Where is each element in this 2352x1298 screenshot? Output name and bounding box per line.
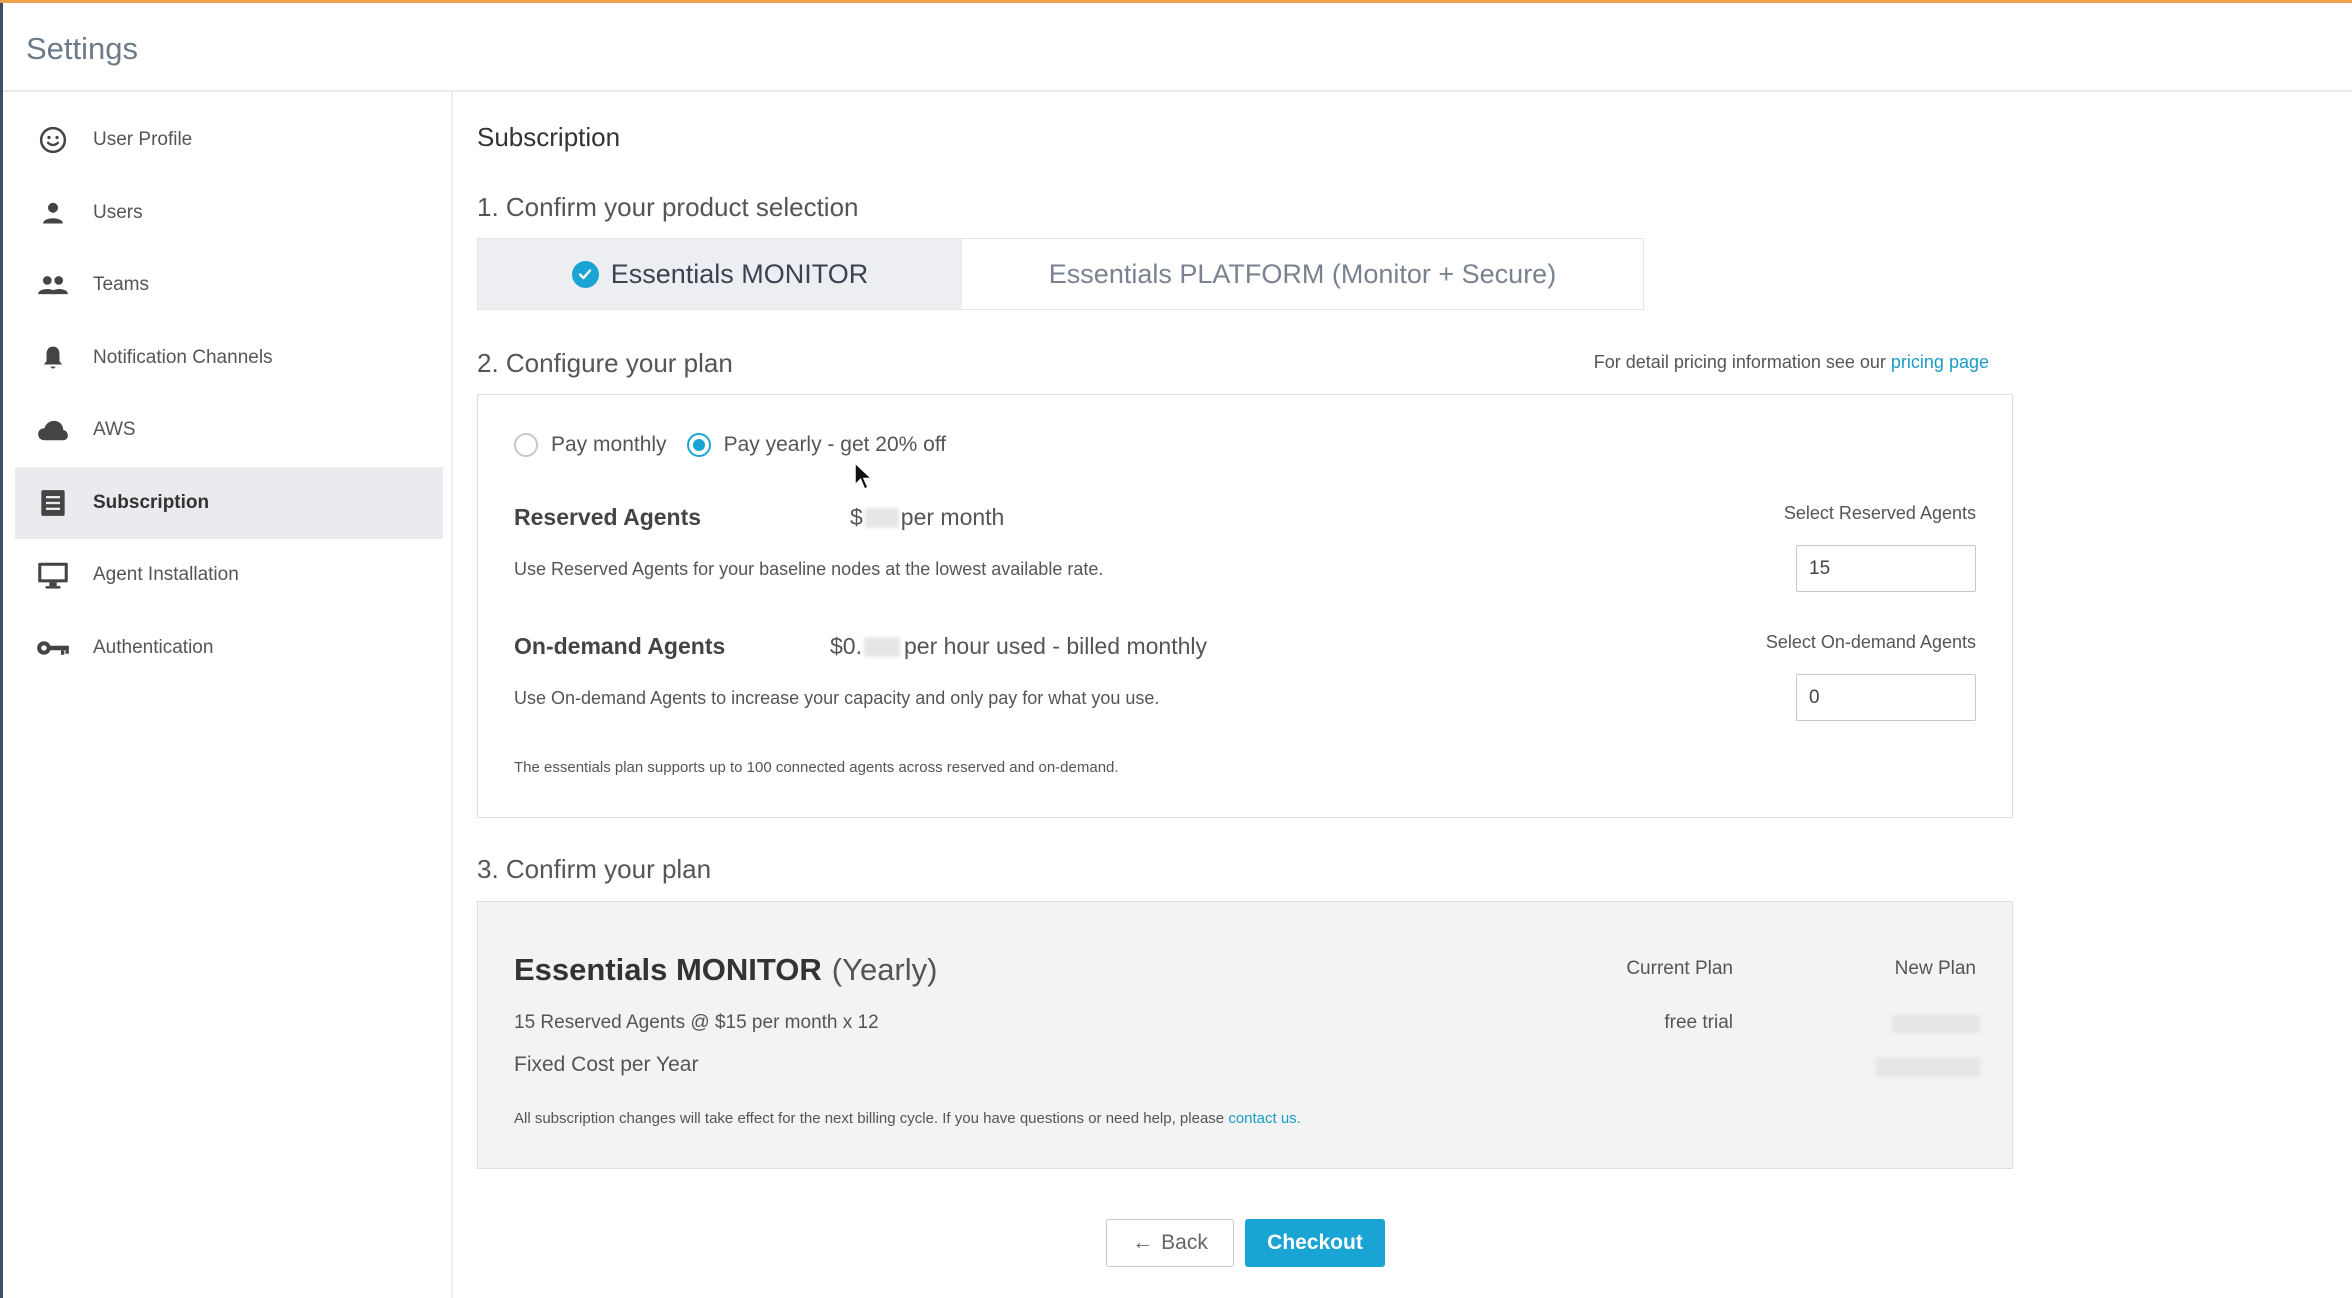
- sidebar: User Profile Users Teams Notification Ch…: [3, 92, 453, 1298]
- sidebar-item-authentication[interactable]: Authentication: [15, 612, 443, 684]
- pay-monthly-label[interactable]: Pay monthly: [551, 433, 667, 457]
- pricing-page-link[interactable]: pricing page: [1891, 352, 1989, 372]
- main-content: Subscription 1. Confirm your product sel…: [453, 92, 2352, 1298]
- sidebar-item-agent-installation[interactable]: Agent Installation: [15, 539, 443, 611]
- list-icon: [35, 485, 71, 521]
- step1-title: 1. Confirm your product selection: [477, 192, 859, 222]
- ondemand-agents-input[interactable]: [1796, 674, 1976, 721]
- price-prefix: $0.: [830, 633, 862, 659]
- product-option-label: Essentials PLATFORM (Monitor + Secure): [1048, 258, 1557, 289]
- mouse-cursor-icon: [854, 461, 874, 497]
- plan-summary-title: Essentials MONITOR (Yearly): [514, 952, 937, 988]
- sidebar-item-notification-channels[interactable]: Notification Channels: [15, 322, 443, 394]
- sidebar-item-label: Users: [93, 202, 143, 223]
- page-title: Subscription: [477, 122, 621, 152]
- reserved-agents-price: $ per month: [850, 504, 1004, 531]
- check-circle-icon: [571, 260, 599, 288]
- pay-yearly-radio[interactable]: [686, 433, 711, 457]
- sidebar-item-label: User Profile: [93, 129, 193, 150]
- confirm-plan-panel: Essentials MONITOR (Yearly) Current Plan …: [477, 901, 2013, 1169]
- ondemand-agents-title: On-demand Agents: [514, 633, 726, 659]
- key-icon: [35, 630, 71, 666]
- reserved-agents-desc: Use Reserved Agents for your baseline no…: [514, 559, 1104, 579]
- billing-change-text: All subscription changes will take effec…: [514, 1110, 1229, 1127]
- person-icon: [35, 195, 71, 231]
- redacted-fixed-cost: [1876, 1057, 1980, 1077]
- bell-icon: [35, 340, 71, 376]
- pay-yearly-label[interactable]: Pay yearly - get 20% off: [724, 433, 947, 457]
- product-option-monitor[interactable]: Essentials MONITOR: [478, 239, 962, 309]
- redacted-value: [864, 507, 899, 528]
- step2-title: 2. Configure your plan: [477, 348, 733, 378]
- checkout-button[interactable]: Checkout: [1245, 1219, 1385, 1267]
- redacted-value: [863, 636, 900, 657]
- plan-period: (Yearly): [831, 952, 938, 987]
- back-button-label: Back: [1161, 1231, 1208, 1254]
- sidebar-item-aws[interactable]: AWS: [15, 394, 443, 466]
- reserved-agents-input[interactable]: [1796, 545, 1976, 592]
- reserved-agents-line: 15 Reserved Agents @ $15 per month x 12: [514, 1012, 879, 1033]
- sidebar-item-teams[interactable]: Teams: [15, 249, 443, 321]
- sidebar-item-label: Authentication: [93, 637, 214, 658]
- product-toggle: Essentials MONITOR Essentials PLATFORM (…: [477, 238, 1644, 310]
- price-suffix: per hour used - billed monthly: [903, 633, 1207, 659]
- app-title: Settings: [26, 31, 139, 66]
- plan-name: Essentials MONITOR: [514, 952, 822, 987]
- sidebar-item-label: Notification Channels: [93, 347, 273, 368]
- product-option-label: Essentials MONITOR: [610, 258, 869, 289]
- sidebar-item-subscription[interactable]: Subscription: [15, 467, 443, 539]
- back-button[interactable]: ← Back: [1106, 1219, 1234, 1267]
- price-prefix: $: [850, 504, 863, 530]
- price-suffix: per month: [900, 504, 1005, 530]
- contact-us-link[interactable]: contact us.: [1228, 1110, 1301, 1127]
- current-plan-value: free trial: [1664, 1012, 1733, 1033]
- configure-plan-panel: Pay monthly Pay yearly - get 20% off Res…: [477, 394, 2013, 818]
- header: Settings: [3, 3, 2352, 92]
- ondemand-agents-desc: Use On-demand Agents to increase your ca…: [514, 688, 1160, 708]
- monitor-icon: [35, 557, 71, 593]
- people-icon: [35, 267, 71, 303]
- checkout-button-label: Checkout: [1267, 1231, 1363, 1254]
- billing-change-note: All subscription changes will take effec…: [514, 1110, 1301, 1127]
- plan-limit-note: The essentials plan supports up to 100 c…: [514, 759, 1119, 776]
- ondemand-agents-price: $0. per hour used - billed monthly: [830, 633, 1207, 660]
- ondemand-agents-select-label: Select On-demand Agents: [1765, 632, 1976, 652]
- pricing-info-text: For detail pricing information see our: [1593, 352, 1891, 372]
- sidebar-item-label: Subscription: [93, 492, 210, 513]
- fixed-cost-line: Fixed Cost per Year: [514, 1053, 699, 1076]
- product-option-platform[interactable]: Essentials PLATFORM (Monitor + Secure): [962, 239, 1643, 309]
- reserved-agents-select-label: Select Reserved Agents: [1783, 503, 1976, 523]
- sidebar-item-label: Teams: [93, 274, 149, 295]
- billing-period-options: Pay monthly Pay yearly - get 20% off: [514, 433, 946, 457]
- current-plan-header: Current Plan: [1626, 958, 1733, 979]
- sidebar-item-user-profile[interactable]: User Profile: [15, 104, 443, 176]
- sidebar-item-users[interactable]: Users: [15, 177, 443, 249]
- pay-monthly-radio[interactable]: [514, 433, 538, 457]
- sidebar-item-label: Agent Installation: [93, 564, 239, 585]
- step3-title: 3. Confirm your plan: [477, 854, 712, 884]
- redacted-new-plan-value: [1892, 1015, 1980, 1033]
- smiley-icon: [35, 122, 71, 158]
- arrow-left-icon: ←: [1132, 1231, 1154, 1254]
- pricing-info: For detail pricing information see our p…: [1594, 352, 1989, 373]
- sidebar-item-label: AWS: [93, 419, 136, 440]
- cloud-icon: [35, 412, 71, 448]
- reserved-agents-title: Reserved Agents: [514, 504, 702, 530]
- new-plan-header: New Plan: [1894, 958, 1976, 979]
